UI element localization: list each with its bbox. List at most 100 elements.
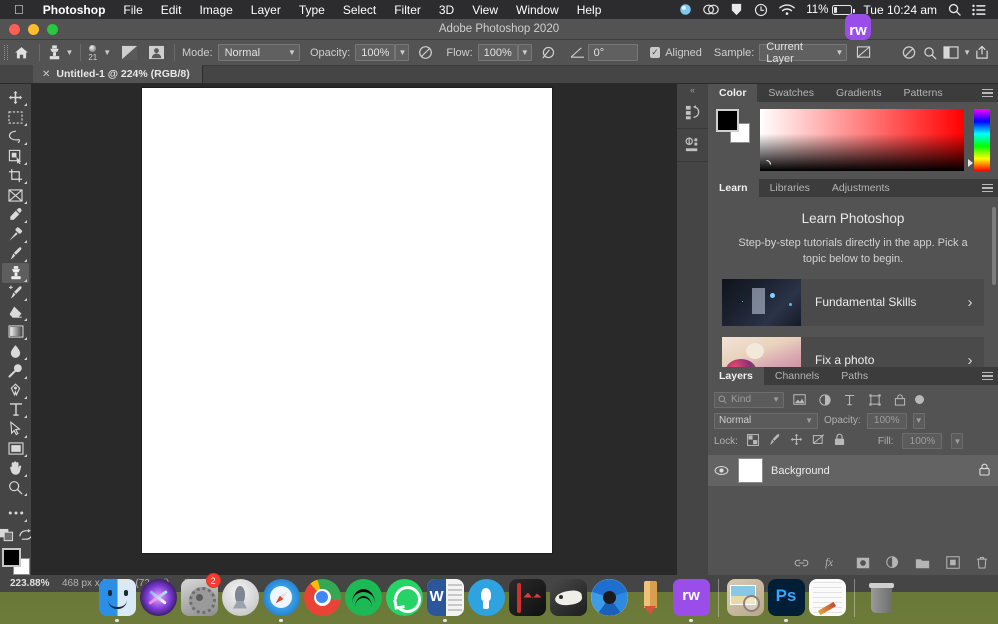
dock-item-finder[interactable] [97, 575, 138, 622]
tab-patterns[interactable]: Patterns [892, 84, 953, 102]
menu-item-window[interactable]: Window [507, 3, 568, 17]
dock-item-google-chrome[interactable] [302, 575, 343, 622]
tool-preset-chevron-down-icon[interactable]: ▼ [65, 48, 73, 57]
new-group-icon[interactable] [915, 557, 930, 572]
close-icon[interactable]: ✕ [42, 69, 50, 80]
dock-item-system-preferences[interactable]: 2 [179, 575, 220, 622]
opacity-input[interactable]: 100% [355, 44, 395, 61]
tab-color[interactable]: Color [708, 84, 757, 102]
document-canvas[interactable] [142, 88, 552, 553]
filter-adjustment-icon[interactable] [815, 391, 834, 408]
opacity-chevron-down-icon[interactable]: ▼ [395, 44, 409, 61]
dock-item-whatsapp[interactable] [384, 575, 425, 622]
menu-item-file[interactable]: File [114, 3, 151, 17]
layer-filter-kind-select[interactable]: Kind ▼ [714, 392, 784, 408]
ignore-adjustment-layers-icon[interactable] [853, 42, 874, 64]
dock-item-audio-app[interactable] [507, 575, 548, 622]
minimize-window-button[interactable] [28, 24, 39, 35]
menu-item-help[interactable]: Help [568, 3, 611, 17]
layer-style-fx-icon[interactable]: fx [825, 556, 840, 572]
shield-icon[interactable] [730, 3, 743, 16]
dock-item-keyshot[interactable] [589, 575, 630, 622]
sample-select[interactable]: Current Layer ▼ [759, 44, 847, 61]
canvas-area[interactable] [31, 84, 677, 575]
search-icon[interactable] [919, 42, 940, 64]
panel-menu-icon[interactable] [976, 367, 998, 385]
panel-menu-icon[interactable] [976, 84, 998, 102]
pressure-opacity-icon[interactable] [415, 42, 436, 64]
new-layer-icon[interactable] [946, 556, 960, 572]
tool-brush[interactable] [2, 244, 29, 263]
panel-menu-icon[interactable] [976, 179, 998, 197]
tool-rectangle[interactable] [2, 439, 29, 458]
share-icon[interactable] [971, 42, 992, 64]
flow-chevron-down-icon[interactable]: ▼ [518, 44, 532, 61]
dock-item-pencil-app[interactable] [630, 575, 671, 622]
apple-logo-icon[interactable]:  [14, 3, 24, 16]
filter-type-icon[interactable] [840, 391, 859, 408]
menu-item-image[interactable]: Image [190, 3, 241, 17]
tool-object-selection[interactable] [2, 146, 29, 165]
lock-position-icon[interactable] [790, 433, 803, 449]
layer-row-background[interactable]: Background [708, 455, 998, 486]
tool-edit-toolbar[interactable] [2, 503, 29, 522]
tool-zoom[interactable] [2, 478, 29, 497]
lock-image-pixels-icon[interactable] [768, 433, 781, 449]
layer-fill-chevron-down-icon[interactable]: ▼ [951, 433, 963, 449]
tab-libraries[interactable]: Libraries [759, 179, 821, 197]
document-tab[interactable]: ✕ Untitled-1 @ 224% (RGB/8) [33, 65, 203, 83]
dock-item-safari[interactable] [261, 575, 302, 622]
filter-smart-object-icon[interactable] [890, 391, 909, 408]
pressure-size-icon[interactable] [898, 42, 919, 64]
active-tool-clone-stamp-icon[interactable]: ▼ [46, 44, 73, 61]
color-panel-swatches[interactable] [716, 109, 750, 143]
dock-item-rhino[interactable] [548, 575, 589, 622]
creative-cloud-icon[interactable] [703, 3, 719, 16]
tab-swatches[interactable]: Swatches [757, 84, 825, 102]
filter-shape-icon[interactable] [865, 391, 884, 408]
tool-spot-healing-brush[interactable] [2, 224, 29, 243]
dock-item-preview[interactable] [725, 575, 766, 622]
dock-item-rw-app[interactable]: rw [671, 575, 712, 622]
filter-toggle-icon[interactable] [915, 395, 924, 404]
menu-item-photoshop[interactable]: Photoshop [34, 3, 115, 17]
layer-name[interactable]: Background [771, 465, 971, 477]
angle-input[interactable]: 0° [588, 44, 638, 61]
tool-frame[interactable] [2, 185, 29, 204]
dock-item-launchpad[interactable] [220, 575, 261, 622]
lock-artboard-nesting-icon[interactable] [812, 433, 825, 449]
brush-size-preview[interactable]: 21 [88, 43, 97, 62]
dock-item-textedit[interactable] [807, 575, 848, 622]
menu-item-edit[interactable]: Edit [152, 3, 191, 17]
tool-pen[interactable] [2, 380, 29, 399]
workspace-icon[interactable] [940, 42, 961, 64]
tool-move[interactable] [2, 88, 29, 107]
wifi-icon[interactable] [779, 4, 795, 16]
aligned-checkbox[interactable]: ✓ [650, 47, 660, 58]
tab-layers[interactable]: Layers [708, 367, 764, 385]
tab-learn[interactable]: Learn [708, 179, 759, 197]
tab-gradients[interactable]: Gradients [825, 84, 893, 102]
control-center-icon[interactable] [972, 4, 986, 16]
tool-crop[interactable] [2, 166, 29, 185]
menu-item-filter[interactable]: Filter [385, 3, 430, 17]
clone-source-icon[interactable] [146, 42, 167, 64]
hue-slider[interactable] [974, 109, 990, 171]
menu-item-select[interactable]: Select [334, 3, 385, 17]
dock-item-siri[interactable] [138, 575, 179, 622]
dropbox-icon[interactable] [679, 3, 692, 16]
menu-item-layer[interactable]: Layer [242, 3, 290, 17]
tool-rectangular-marquee[interactable] [2, 107, 29, 126]
tool-horizontal-type[interactable] [2, 400, 29, 419]
tool-eyedropper[interactable] [2, 205, 29, 224]
learn-panel-scrollbar[interactable] [992, 207, 996, 285]
filter-pixel-icon[interactable] [790, 391, 809, 408]
rw-app-indicator[interactable]: rw [845, 14, 873, 42]
airbrush-icon[interactable] [538, 42, 559, 64]
time-machine-icon[interactable] [754, 3, 768, 17]
spotlight-search-icon[interactable] [948, 3, 961, 16]
window-controls[interactable] [0, 24, 58, 35]
layer-thumbnail[interactable] [738, 458, 763, 483]
learn-card-fix-a-photo[interactable]: Fix a photo › [722, 337, 984, 367]
tab-adjustments[interactable]: Adjustments [821, 179, 901, 197]
